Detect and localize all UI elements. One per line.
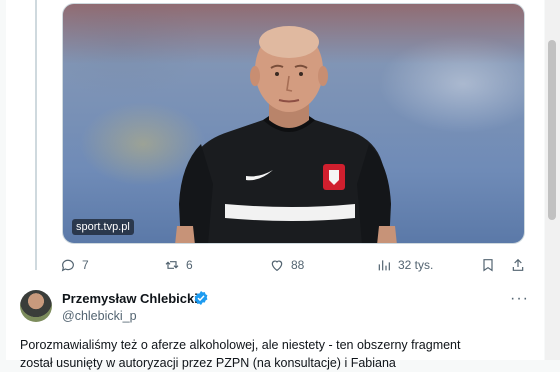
reply-count: 7: [82, 258, 89, 272]
reply-icon: [61, 259, 74, 272]
like-icon: [271, 260, 283, 272]
scrollbar-thumb[interactable]: [548, 40, 556, 220]
thread-connector-line: [35, 0, 37, 270]
like-button[interactable]: 88: [269, 254, 304, 276]
tweet-photo[interactable]: sport.tvp.pl: [62, 3, 525, 244]
author-avatar[interactable]: [20, 290, 52, 322]
retweet-count: 6: [186, 258, 193, 272]
views-count: 32 tys.: [398, 258, 434, 272]
share-button[interactable]: [510, 254, 526, 276]
author-name[interactable]: Przemysław Chlebicki: [62, 291, 198, 306]
photo-watermark: sport.tvp.pl: [72, 219, 134, 235]
retweet-icon: [165, 261, 179, 269]
tweet-text: Porozmawialiśmy też o aferze alkoholowej…: [20, 336, 530, 372]
more-options-button[interactable]: ···: [510, 290, 529, 308]
reply-button[interactable]: 7: [60, 254, 89, 276]
bookmark-button[interactable]: [480, 254, 496, 276]
bookmark-icon: [483, 259, 493, 272]
views-button[interactable]: 32 tys.: [376, 254, 433, 276]
tweet-action-bar: 7 6 88 32 tys.: [60, 254, 530, 276]
author-handle[interactable]: @chlebicki_p: [62, 309, 137, 323]
tweet-text-line-2: został usunięty w autoryzacji przez PZPN…: [20, 356, 396, 370]
like-count: 88: [291, 258, 305, 272]
tweet-text-line-1: Porozmawialiśmy też o aferze alkoholowej…: [20, 338, 461, 352]
retweet-button[interactable]: 6: [164, 254, 193, 276]
views-icon: [378, 260, 390, 271]
verified-badge-icon: [194, 291, 208, 305]
photo-subject-man: [175, 26, 397, 243]
share-icon: [512, 258, 524, 271]
